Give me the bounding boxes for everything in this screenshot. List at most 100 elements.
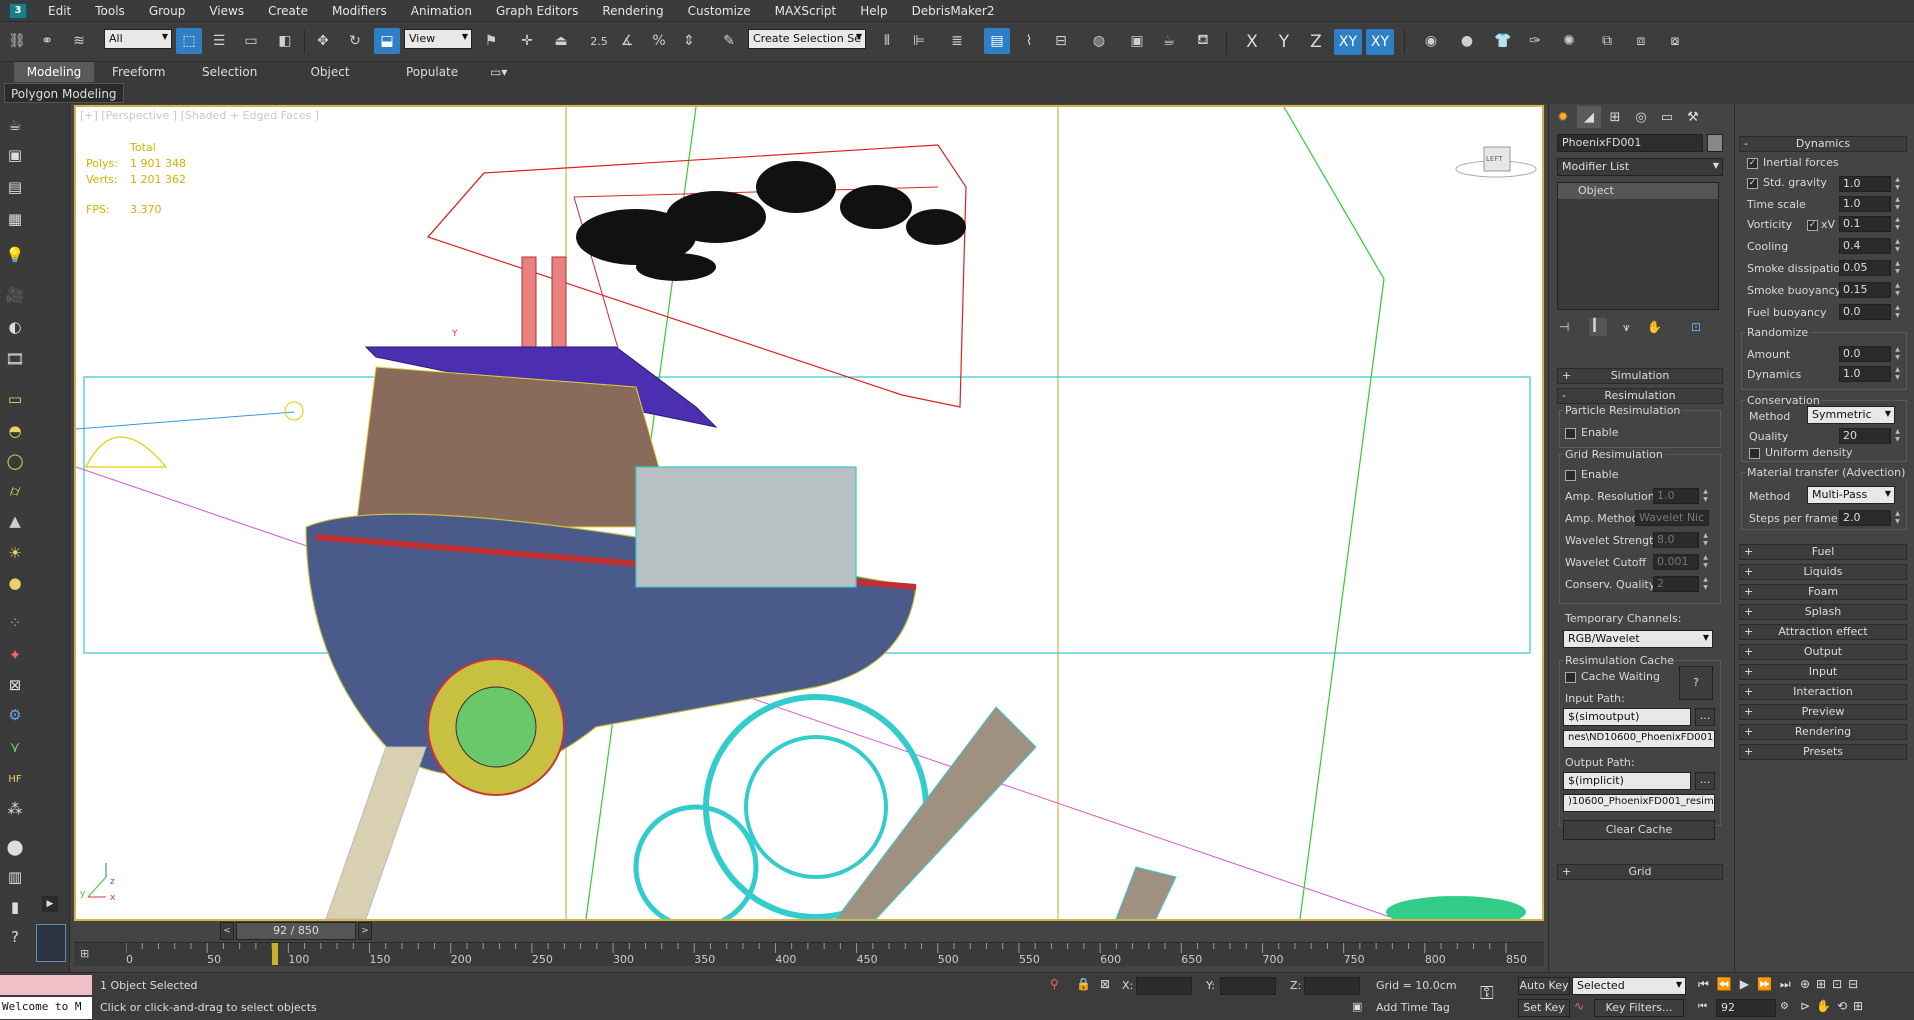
- snap-toggle-button[interactable]: 2.5: [586, 28, 612, 54]
- quality-spinner[interactable]: 20: [1839, 428, 1891, 444]
- cache-help-button[interactable]: ?: [1679, 666, 1713, 700]
- select-manipulate-icon[interactable]: ✛: [514, 28, 540, 54]
- tab-modeling[interactable]: Modeling: [14, 62, 94, 82]
- steps-arrows[interactable]: ▲ ▼: [1893, 510, 1902, 526]
- film-icon[interactable]: 🎞: [2, 348, 28, 370]
- playback-controls[interactable]: ⏮⏪▶⏩⏭: [1698, 977, 1799, 992]
- make-unique-icon[interactable]: ⩛: [1623, 320, 1630, 335]
- teapot-icon[interactable]: ☕: [2, 114, 28, 136]
- vorticity-spinner[interactable]: 0.1: [1839, 216, 1891, 232]
- smoke-dissipation-arrows[interactable]: ▲ ▼: [1893, 260, 1902, 276]
- std-gravity-arrows[interactable]: ▲ ▼: [1893, 176, 1902, 192]
- quality-arrows[interactable]: ▲ ▼: [1893, 428, 1902, 444]
- ring-icon[interactable]: ◯: [2, 450, 28, 472]
- debris-icon-2[interactable]: ⧈: [1628, 28, 1654, 54]
- clear-cache-button[interactable]: Clear Cache: [1563, 820, 1715, 840]
- steps-per-frame-spinner[interactable]: 2.0: [1839, 510, 1891, 526]
- hf-icon[interactable]: HF: [2, 768, 28, 790]
- time-scale-arrows[interactable]: ▲ ▼: [1893, 196, 1902, 212]
- axis-y-button[interactable]: Y: [1270, 29, 1298, 55]
- debris-icon-1[interactable]: ⧉: [1594, 28, 1620, 54]
- menu-graph-editors[interactable]: Graph Editors: [484, 0, 590, 22]
- rollout-attraction-effect[interactable]: + Attraction effect: [1739, 624, 1907, 640]
- rollout-input[interactable]: + Input: [1739, 664, 1907, 680]
- z-coord-field[interactable]: [1304, 977, 1360, 995]
- current-frame-marker[interactable]: [272, 943, 279, 965]
- perspective-viewport[interactable]: [+] [Perspective ] [Shaded + Edged Faces…: [74, 105, 1544, 921]
- xv-checkbox[interactable]: ✓: [1807, 220, 1818, 231]
- rollout-dynamics[interactable]: - Dynamics: [1739, 136, 1907, 152]
- spinner-snap-icon[interactable]: ⇕: [676, 28, 702, 54]
- cloth-icon[interactable]: 👕: [1490, 28, 1516, 54]
- link-icon[interactable]: ⛓: [4, 28, 30, 54]
- edit-named-selection-icon[interactable]: ✎: [716, 28, 742, 54]
- dots-icon[interactable]: ⁂: [2, 798, 28, 820]
- utilities-tab-icon[interactable]: ⚒: [1681, 106, 1705, 128]
- window-crossing-icon[interactable]: ◧: [272, 28, 298, 54]
- tab-object-paint[interactable]: Object Paint: [286, 62, 374, 99]
- grid-enable-checkbox[interactable]: [1565, 470, 1576, 481]
- menu-maxscript[interactable]: MAXScript: [763, 0, 849, 22]
- track-bar[interactable]: ⊞ 0 50 100 150 200 250 300 350 400 450 5…: [74, 942, 1544, 966]
- modifier-list-dropdown[interactable]: Modifier List: [1557, 158, 1723, 176]
- menu-group[interactable]: Group: [137, 0, 198, 22]
- selection-filter-dropdown[interactable]: All: [104, 29, 172, 49]
- reference-coord-dropdown[interactable]: View: [404, 29, 472, 49]
- menu-customize[interactable]: Customize: [676, 0, 763, 22]
- scene-explorer-icon[interactable]: ▤: [984, 28, 1010, 54]
- grass-icon[interactable]: ⋎: [2, 736, 28, 758]
- object-color-swatch[interactable]: [1707, 134, 1723, 152]
- time-tag-icon[interactable]: ▣: [1352, 1000, 1362, 1013]
- key-icon[interactable]: ⚿: [1480, 983, 1494, 1004]
- bind-space-warp-icon[interactable]: ≋: [66, 28, 92, 54]
- rollout-fuel[interactable]: + Fuel: [1739, 544, 1907, 560]
- box-icon[interactable]: ▭: [2, 388, 28, 410]
- ribbon-options-icon[interactable]: ▭▾: [480, 62, 510, 82]
- conserv-quality-spinner[interactable]: 2: [1653, 576, 1699, 592]
- sparkle-icon[interactable]: ✺: [1556, 28, 1582, 54]
- percent-snap-button[interactable]: %: [646, 28, 672, 54]
- menu-rendering[interactable]: Rendering: [590, 0, 675, 22]
- x-coord-field[interactable]: [1136, 977, 1192, 995]
- rollout-splash[interactable]: + Splash: [1739, 604, 1907, 620]
- tab-freeform[interactable]: Freeform: [102, 62, 172, 82]
- object-name-field[interactable]: PhoenixFD001: [1557, 134, 1703, 152]
- amount-arrows[interactable]: ▲ ▼: [1893, 346, 1902, 362]
- app-logo-button[interactable]: 3: [0, 0, 36, 22]
- dome-icon[interactable]: ◓: [2, 420, 28, 442]
- select-by-name-icon[interactable]: ☰: [206, 28, 232, 54]
- move-icon[interactable]: ✥: [310, 28, 336, 54]
- prev-frame-arrow-icon[interactable]: <: [220, 922, 234, 940]
- viewport-nav-controls-top[interactable]: ⊕⊞⊡⊟: [1800, 977, 1864, 991]
- axis-z-button[interactable]: Z: [1302, 29, 1330, 55]
- rand-dynamics-spinner[interactable]: 1.0: [1839, 366, 1891, 382]
- time-slider[interactable]: 92 / 850: [236, 922, 356, 940]
- menu-create[interactable]: Create: [256, 0, 320, 22]
- selection-lock-icon[interactable]: 🔒: [1076, 977, 1091, 991]
- fuel-buoyancy-arrows[interactable]: ▲ ▼: [1893, 304, 1902, 320]
- rollout-preview[interactable]: + Preview: [1739, 704, 1907, 720]
- rollout-output[interactable]: + Output: [1739, 644, 1907, 660]
- smoke-buoyancy-spinner[interactable]: 0.15: [1839, 282, 1891, 298]
- help-icon[interactable]: ?: [2, 926, 28, 948]
- y-coord-field[interactable]: [1220, 977, 1276, 995]
- smoke-buoyancy-arrows[interactable]: ▲ ▼: [1893, 282, 1902, 298]
- mat-method-dropdown[interactable]: Multi-Pass: [1807, 486, 1895, 504]
- uniform-density-checkbox[interactable]: [1749, 448, 1760, 459]
- tab-populate[interactable]: Populate: [396, 62, 462, 82]
- sun-icon[interactable]: ☀: [2, 542, 28, 564]
- cone-icon[interactable]: ▲: [2, 510, 28, 532]
- unlink-icon[interactable]: ⚭: [34, 28, 60, 54]
- rollout-liquids[interactable]: + Liquids: [1739, 564, 1907, 580]
- menu-animation[interactable]: Animation: [399, 0, 484, 22]
- schematic-view-icon[interactable]: ⊟: [1048, 28, 1074, 54]
- keyboard-shortcut-icon[interactable]: ⏏: [548, 28, 574, 54]
- gear-icon[interactable]: ⚙: [2, 704, 28, 726]
- particle-enable-checkbox[interactable]: [1565, 428, 1576, 439]
- sphere-icon[interactable]: ●: [2, 572, 28, 594]
- amp-method-dropdown[interactable]: Wavelet Nic: [1635, 510, 1709, 526]
- maxscript-listener-top[interactable]: [0, 975, 92, 995]
- next-frame-arrow-icon[interactable]: >: [358, 922, 372, 940]
- output-path-field[interactable]: $(implicit): [1563, 772, 1691, 790]
- particles-icon[interactable]: ⁘: [2, 612, 28, 634]
